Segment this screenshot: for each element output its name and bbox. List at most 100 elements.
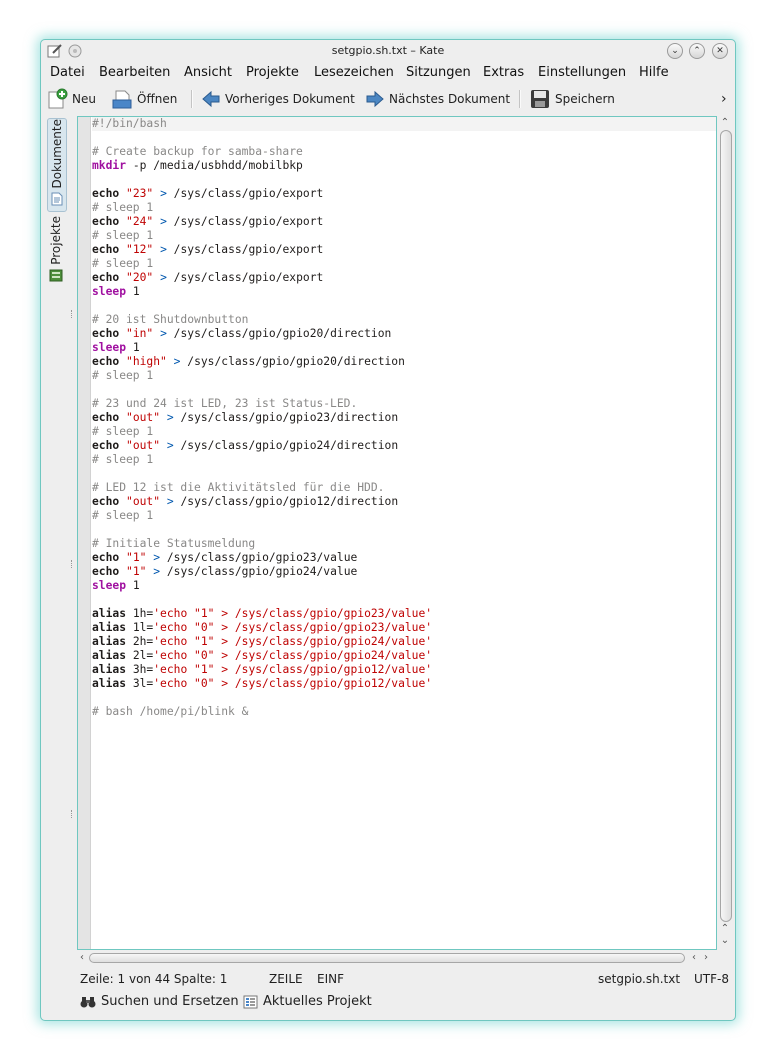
search-replace-button[interactable]: Suchen und Ersetzen <box>80 994 239 1009</box>
code-line[interactable]: #!/bin/bash <box>92 117 716 131</box>
code-line[interactable]: # 23 und 24 ist LED, 23 ist Status-LED. <box>92 397 716 411</box>
code-line[interactable] <box>92 593 716 607</box>
code-token: echo <box>92 565 120 578</box>
code-line[interactable]: # sleep 1 <box>92 369 716 383</box>
code-line[interactable]: echo "1" > /sys/class/gpio/gpio24/value <box>92 565 716 579</box>
code-line[interactable]: echo "20" > /sys/class/gpio/export <box>92 271 716 285</box>
code-line[interactable]: mkdir -p /media/usbhdd/mobilbkp <box>92 159 716 173</box>
tab-dokumente[interactable]: Dokumente <box>47 118 67 212</box>
code-line[interactable]: echo "12" > /sys/class/gpio/export <box>92 243 716 257</box>
code-line[interactable] <box>92 523 716 537</box>
code-line[interactable]: # LED 12 ist die Aktivitätsled für die H… <box>92 481 716 495</box>
code-line[interactable]: # sleep 1 <box>92 453 716 467</box>
code-line[interactable] <box>92 467 716 481</box>
code-line[interactable]: echo "out" > /sys/class/gpio/gpio23/dire… <box>92 411 716 425</box>
code-token: 1l= <box>126 621 154 634</box>
code-line[interactable]: # sleep 1 <box>92 201 716 215</box>
menu-sitzungen[interactable]: Sitzungen <box>406 65 471 80</box>
code-line[interactable]: # sleep 1 <box>92 509 716 523</box>
code-line[interactable]: sleep 1 <box>92 285 716 299</box>
next-document-button[interactable]: Nächstes Dokument <box>365 88 510 110</box>
insert-mode[interactable]: EINF <box>317 972 344 986</box>
cursor-position[interactable]: Zeile: 1 von 44 Spalte: 1 <box>80 972 227 986</box>
toolbar-overflow-button[interactable]: › <box>721 88 727 110</box>
encoding[interactable]: UTF-8 <box>694 972 729 986</box>
code-line[interactable]: echo "high" > /sys/class/gpio/gpio20/dir… <box>92 355 716 369</box>
menu-ansicht[interactable]: Ansicht <box>184 65 232 80</box>
open-button[interactable]: Öffnen <box>111 88 177 110</box>
code-line[interactable]: echo "in" > /sys/class/gpio/gpio20/direc… <box>92 327 716 341</box>
menu-extras[interactable]: Extras <box>483 65 524 80</box>
code-line[interactable]: # Create backup for samba-share <box>92 145 716 159</box>
code-token: "1" <box>126 551 147 564</box>
code-line[interactable]: alias 1h='echo "1" > /sys/class/gpio/gpi… <box>92 607 716 621</box>
code-line[interactable] <box>92 383 716 397</box>
menu-lesezeichen[interactable]: Lesezeichen <box>314 65 394 80</box>
scroll-right-icon[interactable]: › <box>701 952 711 964</box>
scroll-up-icon[interactable]: ⌃ <box>719 924 731 934</box>
code-line[interactable]: # sleep 1 <box>92 229 716 243</box>
title-bar[interactable]: setgpio.sh.txt – Kate ⌄ ⌃ ✕ <box>41 40 735 62</box>
code-line[interactable]: # bash /home/pi/blink & <box>92 705 716 719</box>
code-line[interactable]: sleep 1 <box>92 341 716 355</box>
code-line[interactable]: alias 1l='echo "0" > /sys/class/gpio/gpi… <box>92 621 716 635</box>
toolbar-separator <box>191 90 193 108</box>
code-line[interactable] <box>92 691 716 705</box>
previous-document-button[interactable]: Vorheriges Dokument <box>201 88 355 110</box>
close-button[interactable]: ✕ <box>712 43 728 59</box>
code-line[interactable] <box>92 131 716 145</box>
new-button[interactable]: Neu <box>46 88 96 110</box>
code-token: 3l= <box>126 677 154 690</box>
code-line[interactable]: # sleep 1 <box>92 425 716 439</box>
scroll-down-icon[interactable]: ⌄ <box>719 936 731 946</box>
code-line[interactable]: # Initiale Statusmeldung <box>92 537 716 551</box>
code-line[interactable]: echo "23" > /sys/class/gpio/export <box>92 187 716 201</box>
scroll-up-icon[interactable]: ⌃ <box>719 118 731 128</box>
save-button[interactable]: Speichern <box>529 88 615 110</box>
code-line[interactable]: alias 2l='echo "0" > /sys/class/gpio/gpi… <box>92 649 716 663</box>
selection-mode[interactable]: ZEILE <box>269 972 303 986</box>
scroll-left-icon[interactable]: ‹ <box>77 952 87 964</box>
tab-projekte[interactable]: Projekte <box>47 216 65 296</box>
code-line[interactable]: # 20 ist Shutdownbutton <box>92 313 716 327</box>
current-project-button[interactable]: Aktuelles Projekt <box>243 994 372 1009</box>
toolbar-separator <box>519 90 521 108</box>
vertical-scrollbar[interactable]: ⌃ ⌃ ⌄ <box>717 116 733 950</box>
menu-bearbeiten[interactable]: Bearbeiten <box>99 65 170 80</box>
scroll-left-icon[interactable]: ‹ <box>689 952 699 964</box>
code-line[interactable]: sleep 1 <box>92 579 716 593</box>
code-line[interactable] <box>92 299 716 313</box>
splitter-handle[interactable] <box>71 810 74 818</box>
editor-view[interactable]: #!/bin/bash # Create backup for samba-sha… <box>77 116 717 950</box>
minimize-button[interactable]: ⌄ <box>667 43 683 59</box>
splitter-handle[interactable] <box>71 310 74 318</box>
horizontal-scrollbar[interactable]: ‹ ‹ › <box>77 951 717 965</box>
icon-border[interactable] <box>78 117 91 949</box>
code-token: # LED 12 ist die Aktivitätsled für die H… <box>92 481 385 494</box>
code-line[interactable]: echo "1" > /sys/class/gpio/gpio23/value <box>92 551 716 565</box>
code-line[interactable] <box>92 173 716 187</box>
code-line[interactable]: # sleep 1 <box>92 257 716 271</box>
horizontal-scroll-thumb[interactable] <box>89 953 685 963</box>
menu-einstellungen[interactable]: Einstellungen <box>538 65 626 80</box>
code-line[interactable]: echo "out" > /sys/class/gpio/gpio24/dire… <box>92 439 716 453</box>
code-line[interactable]: echo "out" > /sys/class/gpio/gpio12/dire… <box>92 495 716 509</box>
code-token: /sys/class/gpio/gpio20/direction <box>180 355 405 368</box>
code-line[interactable]: alias 3h='echo "1" > /sys/class/gpio/gpi… <box>92 663 716 677</box>
menu-projekte[interactable]: Projekte <box>246 65 299 80</box>
code-line[interactable]: echo "24" > /sys/class/gpio/export <box>92 215 716 229</box>
code-line[interactable]: alias 2h='echo "1" > /sys/class/gpio/gpi… <box>92 635 716 649</box>
menu-datei[interactable]: Datei <box>50 65 85 80</box>
splitter-handle[interactable] <box>71 560 74 568</box>
maximize-button[interactable]: ⌃ <box>689 43 705 59</box>
vertical-scroll-thumb[interactable] <box>720 130 732 922</box>
menu-hilfe[interactable]: Hilfe <box>639 65 669 80</box>
code-area[interactable]: #!/bin/bash # Create backup for samba-sha… <box>92 117 716 949</box>
code-line[interactable]: alias 3l='echo "0" > /sys/class/gpio/gpi… <box>92 677 716 691</box>
code-token: "out" <box>126 495 161 508</box>
code-token: # 20 ist Shutdownbutton <box>92 313 249 326</box>
status-bar: Zeile: 1 von 44 Spalte: 1 ZEILE EINF set… <box>41 970 735 990</box>
